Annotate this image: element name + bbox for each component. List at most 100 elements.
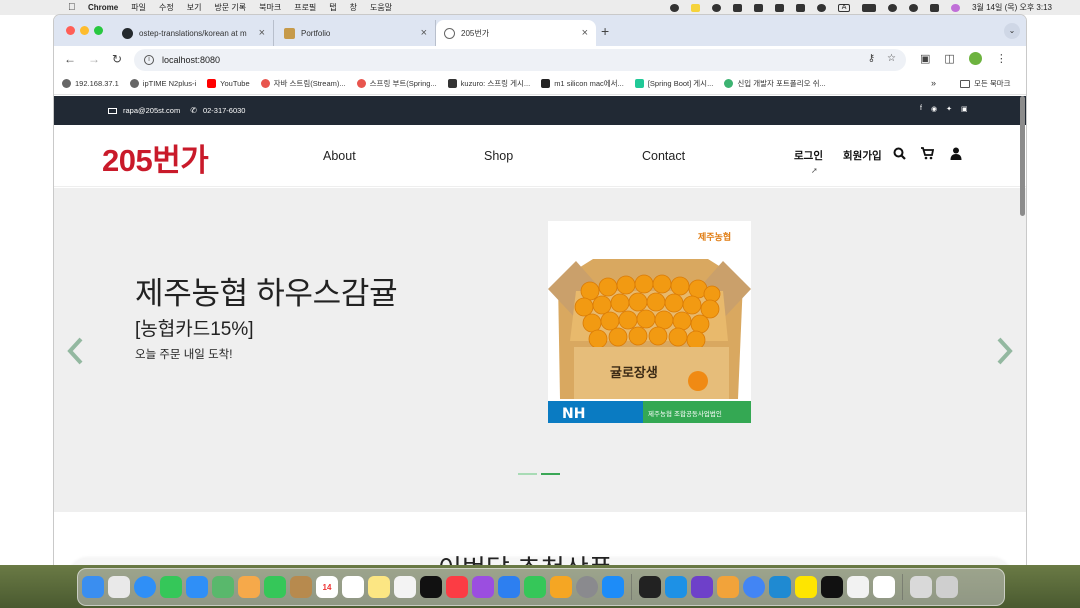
bookmark-item[interactable]: ipTIME N2plus-i — [129, 79, 196, 88]
instagram-icon[interactable]: ◉ — [931, 105, 937, 113]
bookmark-item[interactable]: 스프링 부트(Spring... — [356, 78, 437, 89]
play-icon[interactable] — [817, 3, 827, 12]
menu-history[interactable]: 방문 기록 — [214, 2, 246, 13]
intellij-icon[interactable] — [821, 576, 843, 598]
menu-file[interactable]: 파일 — [131, 2, 146, 13]
record-icon[interactable] — [670, 3, 680, 12]
carousel-indicator-1[interactable] — [518, 473, 537, 475]
numbers-icon[interactable] — [524, 576, 546, 598]
chrome-icon[interactable] — [743, 576, 765, 598]
system-settings-icon[interactable] — [576, 576, 598, 598]
bookmark-item[interactable]: 신입 개발자 포트폴리오 쉬... — [724, 78, 826, 89]
close-tab-icon[interactable]: × — [421, 27, 427, 39]
facetime-icon[interactable] — [264, 576, 286, 598]
github-desktop-icon[interactable] — [691, 576, 713, 598]
spotlight-icon[interactable] — [909, 3, 919, 12]
docker-icon[interactable] — [665, 576, 687, 598]
tab-205st[interactable]: 205번가 × — [436, 20, 596, 46]
back-button[interactable]: ← — [64, 52, 76, 66]
mail-icon[interactable] — [186, 576, 208, 598]
java-icon[interactable] — [847, 576, 869, 598]
launchpad-icon[interactable] — [108, 576, 130, 598]
nav-about[interactable]: About — [323, 149, 356, 163]
address-bar-url[interactable]: localhost:8080 — [162, 55, 220, 65]
cart-icon[interactable] — [920, 146, 934, 160]
reminders-icon[interactable] — [342, 576, 364, 598]
wifi-icon[interactable] — [888, 3, 898, 12]
email-contact[interactable]: rapa@205st.com — [108, 106, 180, 115]
pinwheel-icon[interactable] — [796, 3, 806, 12]
contacts-icon[interactable] — [290, 576, 312, 598]
terminal-icon[interactable] — [639, 576, 661, 598]
page-scrollbar[interactable] — [1020, 96, 1025, 216]
nav-contact[interactable]: Contact — [642, 149, 685, 163]
apple-icon[interactable]:  — [68, 2, 76, 13]
menu-tab[interactable]: 탭 — [329, 2, 336, 13]
login-link[interactable]: 로그인 — [794, 148, 823, 163]
freeform-icon[interactable] — [394, 576, 416, 598]
cloud-icon[interactable] — [733, 3, 743, 12]
calendar-icon[interactable]: 14 — [316, 576, 338, 598]
menubar-app-name[interactable]: Chrome — [88, 3, 118, 12]
reload-button[interactable]: ↻ — [112, 52, 122, 66]
menubar-clock[interactable]: 3월 14일 (목) 오후 3:13 — [972, 2, 1052, 13]
carousel-next-button[interactable] — [992, 336, 1016, 366]
tab-search-icon[interactable]: ⌄ — [1004, 23, 1020, 39]
database-icon[interactable] — [717, 576, 739, 598]
app-store-icon[interactable] — [602, 576, 624, 598]
close-window-button[interactable] — [66, 26, 75, 35]
menu-help[interactable]: 도움말 — [370, 2, 392, 13]
zoom-window-button[interactable] — [94, 26, 103, 35]
search-icon[interactable] — [892, 146, 906, 160]
finder-icon[interactable] — [82, 576, 104, 598]
all-bookmarks-button[interactable]: 모든 북마크 — [960, 78, 1011, 89]
tab-ostep[interactable]: ostep-translations/korean at m × — [114, 20, 274, 46]
signup-link[interactable]: 회원가입 — [843, 148, 882, 163]
maps-icon[interactable] — [212, 576, 234, 598]
drive-icon[interactable] — [775, 3, 785, 12]
phone-contact[interactable]: ✆ 02-317-6030 — [190, 106, 245, 115]
vscode-icon[interactable] — [769, 576, 791, 598]
photos-icon[interactable] — [238, 576, 260, 598]
site-info-icon[interactable]: i — [144, 55, 154, 65]
site-logo[interactable]: 205번가 — [102, 135, 209, 180]
bookmark-item[interactable]: 192.168.37.1 — [62, 79, 119, 88]
chat-icon[interactable] — [712, 3, 722, 12]
bookmark-item[interactable]: [Spring Boot] 게시... — [634, 78, 713, 89]
facebook-icon[interactable]: f — [920, 105, 922, 113]
linkedin-icon[interactable]: ▣ — [961, 105, 968, 113]
bookmark-item[interactable]: 자바 스트림(Stream)... — [260, 78, 346, 89]
pages-icon[interactable] — [550, 576, 572, 598]
menu-view[interactable]: 보기 — [187, 2, 202, 13]
trash-icon[interactable] — [936, 576, 958, 598]
bookmark-star-icon[interactable]: ☆ — [887, 53, 896, 64]
tab-portfolio[interactable]: Portfolio × — [276, 20, 436, 46]
menu-edit[interactable]: 수정 — [159, 2, 174, 13]
twitter-icon[interactable]: ✦ — [946, 105, 952, 113]
battery-icon[interactable] — [862, 3, 877, 12]
menu-bookmarks[interactable]: 북마크 — [259, 2, 281, 13]
notes-icon[interactable] — [368, 576, 390, 598]
nav-shop[interactable]: Shop — [484, 149, 513, 163]
notes-icon[interactable] — [691, 3, 701, 12]
side-panel-icon[interactable]: ◫ — [944, 52, 954, 65]
menu-profile[interactable]: 프로필 — [294, 2, 316, 13]
bookmark-item[interactable]: YouTube — [207, 79, 250, 88]
profile-avatar[interactable] — [968, 52, 982, 65]
carousel-indicator-2[interactable] — [541, 473, 560, 475]
bookmarks-overflow-button[interactable]: » — [931, 78, 936, 88]
close-tab-icon[interactable]: × — [259, 27, 265, 39]
key-icon[interactable]: ⚷ — [868, 53, 875, 64]
bookmark-item[interactable]: kuzuro: 스프링 게시... — [447, 78, 530, 89]
messages-icon[interactable] — [160, 576, 182, 598]
menu-window[interactable]: 창 — [350, 2, 357, 13]
minimize-window-button[interactable] — [80, 26, 89, 35]
document-icon[interactable] — [873, 576, 895, 598]
carousel-prev-button[interactable] — [64, 336, 88, 366]
shield-icon[interactable] — [754, 3, 764, 12]
new-tab-button[interactable]: + — [601, 23, 609, 39]
address-bar[interactable]: i localhost:8080 ⚷ ☆ — [134, 49, 906, 71]
user-icon[interactable] — [949, 146, 963, 160]
extensions-icon[interactable]: ▣ — [920, 52, 930, 65]
input-source-icon[interactable]: A — [838, 3, 851, 12]
